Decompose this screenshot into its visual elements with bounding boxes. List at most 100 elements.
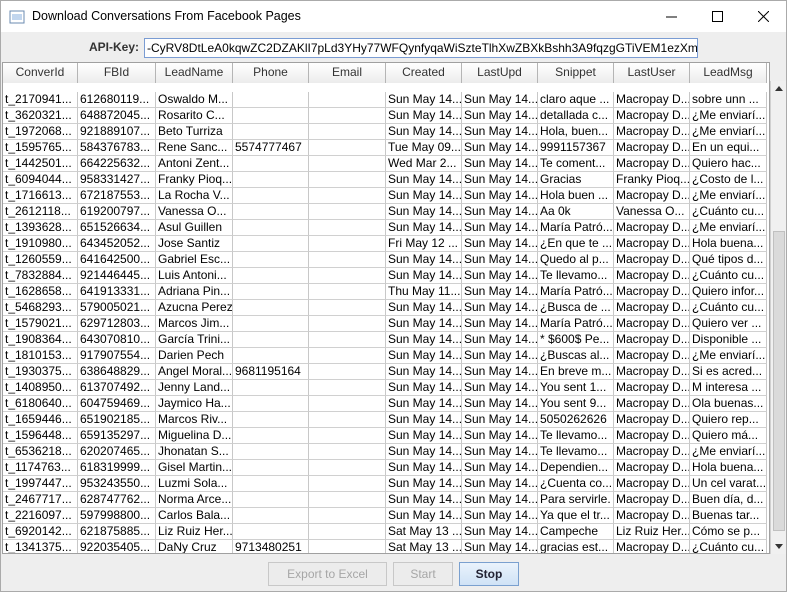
table-row[interactable]: t_1341375... 922035405... DaNy Cruz 9713480…	[3, 540, 767, 553]
cell-snippet[interactable]: Hola buen ...	[538, 188, 614, 204]
table-row[interactable]: t_6094044... 958331427... Franky Pioq... Su…	[3, 172, 767, 188]
cell-leadname[interactable]: Liz Ruiz Her...	[156, 524, 233, 540]
column-header-created[interactable]: Created	[386, 63, 462, 83]
cell-phone[interactable]	[233, 236, 309, 252]
table-row[interactable]: t_1579021... 629712803... Marcos Jim... Sun…	[3, 316, 767, 332]
cell-fbid[interactable]: 597998800...	[78, 508, 156, 524]
cell-created[interactable]: Fri May 12 ...	[386, 236, 462, 252]
cell-snippet[interactable]: Te llevamo...	[538, 444, 614, 460]
cell-created[interactable]: Sat May 13 ...	[386, 540, 462, 553]
table-row[interactable]: t_1393628... 651526634... Asul Guillen Sun …	[3, 220, 767, 236]
cell-fbid[interactable]: 648872045...	[78, 108, 156, 124]
cell-created[interactable]: Sun May 14...	[386, 204, 462, 220]
cell-converid[interactable]: t_1628658...	[3, 284, 78, 300]
cell-lastuser[interactable]: Macropay D...	[614, 124, 690, 140]
cell-created[interactable]: Sun May 14...	[386, 476, 462, 492]
cell-converid[interactable]: t_7832884...	[3, 268, 78, 284]
cell-leadmsg[interactable]: En un equi...	[690, 140, 767, 156]
cell-phone[interactable]	[233, 172, 309, 188]
cell-fbid[interactable]: 922035405...	[78, 540, 156, 553]
cell-leadmsg[interactable]: ¿Cuánto cu...	[690, 300, 767, 316]
cell-email[interactable]	[309, 348, 386, 364]
scroll-thumb[interactable]	[773, 231, 785, 531]
cell-converid[interactable]: t_1174763...	[3, 460, 78, 476]
cell-lastuser[interactable]: Macropay D...	[614, 268, 690, 284]
cell-converid[interactable]: t_3620321...	[3, 108, 78, 124]
cell-leadname[interactable]: Angel Moral...	[156, 364, 233, 380]
cell-leadname[interactable]: Jhonatan S...	[156, 444, 233, 460]
cell-fbid[interactable]: 629712803...	[78, 316, 156, 332]
cell-lastupd[interactable]: Sun May 14...	[462, 428, 538, 444]
table-row[interactable]: t_1442501... 664225632... Antoni Zent... We…	[3, 156, 767, 172]
cell-leadname[interactable]: Rosarito C...	[156, 108, 233, 124]
cell-converid[interactable]: t_2467717...	[3, 492, 78, 508]
table-row[interactable]: t_7832884... 921446445... Luis Antoni... Su…	[3, 268, 767, 284]
cell-lastuser[interactable]: Macropay D...	[614, 252, 690, 268]
cell-lastuser[interactable]: Macropay D...	[614, 300, 690, 316]
cell-fbid[interactable]: 579005021...	[78, 300, 156, 316]
cell-phone[interactable]: 5574777467	[233, 140, 309, 156]
cell-leadname[interactable]: Azucna Perez	[156, 300, 233, 316]
cell-snippet[interactable]: claro aque ...	[538, 92, 614, 108]
cell-created[interactable]: Sun May 14...	[386, 300, 462, 316]
cell-leadmsg[interactable]: Hola buena...	[690, 236, 767, 252]
cell-phone[interactable]	[233, 92, 309, 108]
cell-phone[interactable]	[233, 492, 309, 508]
cell-lastupd[interactable]: Sun May 14...	[462, 380, 538, 396]
cell-created[interactable]: Sun May 14...	[386, 380, 462, 396]
cell-snippet[interactable]: gracias est...	[538, 540, 614, 553]
cell-snippet[interactable]: 5050262626	[538, 412, 614, 428]
cell-created[interactable]: Sat May 13 ...	[386, 524, 462, 540]
cell-snippet[interactable]: María Patró...	[538, 284, 614, 300]
cell-leadname[interactable]: Gisel Martin...	[156, 460, 233, 476]
cell-fbid[interactable]: 638648829...	[78, 364, 156, 380]
table-row[interactable]: t_3620321... 648872045... Rosarito C... Sun…	[3, 108, 767, 124]
cell-snippet[interactable]: Ya que el tr...	[538, 508, 614, 524]
cell-created[interactable]: Sun May 14...	[386, 428, 462, 444]
cell-leadmsg[interactable]: Buen día, d...	[690, 492, 767, 508]
cell-leadmsg[interactable]: Quiero hac...	[690, 156, 767, 172]
cell-converid[interactable]: t_2170941...	[3, 92, 78, 108]
cell-leadname[interactable]: García Trini...	[156, 332, 233, 348]
cell-snippet[interactable]: ¿Cuenta co...	[538, 476, 614, 492]
cell-lastupd[interactable]: Sun May 14...	[462, 156, 538, 172]
cell-created[interactable]: Sun May 14...	[386, 508, 462, 524]
cell-leadmsg[interactable]: Quiero ver ...	[690, 316, 767, 332]
cell-snippet[interactable]: Te llevamo...	[538, 268, 614, 284]
cell-lastuser[interactable]: Macropay D...	[614, 364, 690, 380]
cell-leadmsg[interactable]: ¿Cuánto cu...	[690, 204, 767, 220]
cell-created[interactable]: Sun May 14...	[386, 188, 462, 204]
cell-lastupd[interactable]: Sun May 14...	[462, 268, 538, 284]
cell-leadname[interactable]: Vanessa O...	[156, 204, 233, 220]
cell-leadname[interactable]: Franky Pioq...	[156, 172, 233, 188]
cell-email[interactable]	[309, 300, 386, 316]
table-row[interactable]: t_1595765... 584376783... Rene Sanc... 5574…	[3, 140, 767, 156]
cell-leadname[interactable]: La Rocha V...	[156, 188, 233, 204]
column-header-converid[interactable]: ConverId	[3, 63, 78, 83]
cell-email[interactable]	[309, 220, 386, 236]
cell-leadname[interactable]: Luis Antoni...	[156, 268, 233, 284]
cell-created[interactable]: Sun May 14...	[386, 412, 462, 428]
cell-converid[interactable]: t_6536218...	[3, 444, 78, 460]
cell-created[interactable]: Wed Mar 2...	[386, 156, 462, 172]
cell-phone[interactable]	[233, 252, 309, 268]
cell-leadmsg[interactable]: ¿Me enviarí...	[690, 188, 767, 204]
cell-lastupd[interactable]: Sun May 14...	[462, 108, 538, 124]
cell-leadname[interactable]: Luzmi Sola...	[156, 476, 233, 492]
cell-leadname[interactable]: Rene Sanc...	[156, 140, 233, 156]
cell-snippet[interactable]: Campeche	[538, 524, 614, 540]
column-header-snippet[interactable]: Snippet	[538, 63, 614, 83]
cell-email[interactable]	[309, 268, 386, 284]
column-header-lastuser[interactable]: LastUser	[614, 63, 690, 83]
cell-lastuser[interactable]: Macropay D...	[614, 428, 690, 444]
cell-snippet[interactable]: ¿Buscas al...	[538, 348, 614, 364]
cell-phone[interactable]	[233, 124, 309, 140]
cell-created[interactable]: Sun May 14...	[386, 252, 462, 268]
cell-fbid[interactable]: 917907554...	[78, 348, 156, 364]
cell-lastuser[interactable]: Macropay D...	[614, 396, 690, 412]
cell-fbid[interactable]: 651526634...	[78, 220, 156, 236]
cell-email[interactable]	[309, 140, 386, 156]
cell-converid[interactable]: t_2612118...	[3, 204, 78, 220]
cell-lastupd[interactable]: Sun May 14...	[462, 508, 538, 524]
cell-leadmsg[interactable]: Hola buena...	[690, 460, 767, 476]
